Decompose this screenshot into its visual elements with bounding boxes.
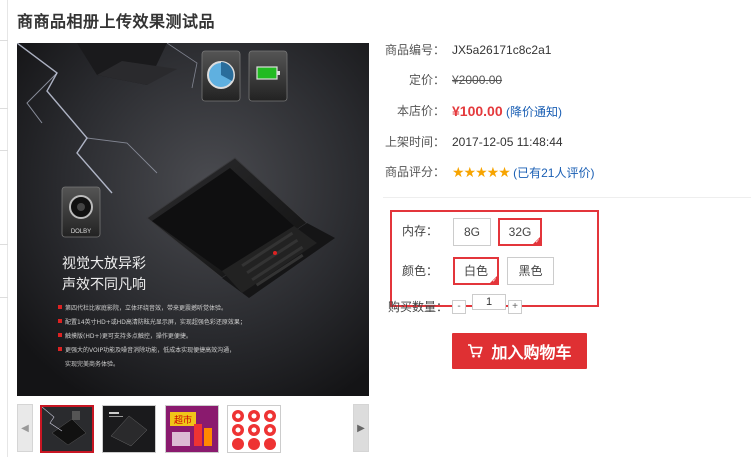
- color-option-white[interactable]: 白色: [453, 257, 499, 285]
- review-count-link[interactable]: (已有21人评价): [513, 166, 594, 180]
- quantity-minus-button[interactable]: -: [452, 300, 466, 314]
- promo-bullet: 配置14英寸HD+或HD高清防眩光显示屏，实现超强色彩还原效果；: [65, 318, 246, 326]
- promo-bullet: 实现完美商务体验。: [65, 360, 119, 368]
- options-highlight-box: 内存： 8G 32G 颜色： 白色 黑色: [390, 210, 599, 307]
- laptop-thumb-image: [103, 406, 155, 452]
- thumbnail-next-arrow[interactable]: ▶: [353, 404, 369, 452]
- add-to-cart-button[interactable]: 加入购物车: [452, 333, 587, 369]
- quantity-label: 购买数量：: [388, 300, 449, 314]
- thumbnail-1[interactable]: [40, 405, 94, 453]
- list-price-value: ¥2000.00: [452, 73, 503, 87]
- rail-divider: [0, 40, 8, 41]
- sku-label: 商品编号：: [384, 43, 445, 57]
- add-to-cart-label: 加入购物车: [491, 345, 572, 362]
- rail-divider: [0, 108, 8, 109]
- left-rail: [0, 0, 8, 457]
- product-title: 商商品相册上传效果测试品: [17, 14, 216, 31]
- promo-thumb-text: 超市: [174, 414, 192, 426]
- price-alert-link[interactable]: (降价通知): [506, 105, 562, 119]
- promo-bullet: 触摸版(HD+)更可支持多点触控，操作更便捷。: [65, 332, 192, 340]
- coupon-grid-thumb-image: [228, 406, 280, 452]
- divider: [383, 197, 751, 198]
- promo-bullet: 第四代杜比家庭影院，立体环绕音效，带来更震撼听觉体验。: [65, 304, 227, 312]
- promo-headline-1: 视觉大放异彩: [62, 256, 146, 272]
- memory-option-32g[interactable]: 32G: [498, 218, 542, 246]
- store-price-value: ¥100.00: [452, 103, 503, 119]
- rail-divider: [0, 297, 8, 298]
- rating-stars-icon: ★★★★★: [452, 164, 511, 180]
- main-product-image[interactable]: DOLBY 视觉大放异彩 声效不同凡响 第四代杜比家庭影院，立体环绕音效，带来更…: [17, 43, 369, 396]
- laptop-thumb-image: [42, 407, 92, 451]
- shopping-cart-icon: [468, 344, 484, 358]
- color-option-black[interactable]: 黑色: [507, 257, 554, 285]
- thumbnail-3[interactable]: 超市: [165, 405, 219, 453]
- quantity-input[interactable]: [472, 294, 506, 310]
- rail-divider: [0, 150, 8, 151]
- thumbnail-4[interactable]: [227, 405, 281, 453]
- list-price-label: 定价：: [408, 73, 445, 87]
- rail-divider: [0, 244, 8, 245]
- speaker-label: DOLBY: [71, 229, 91, 235]
- quantity-plus-button[interactable]: +: [508, 300, 522, 314]
- memory-option-8g[interactable]: 8G: [453, 218, 491, 246]
- list-time-value: 2017-12-05 11:48:44: [452, 135, 563, 149]
- list-time-label: 上架时间：: [384, 135, 445, 149]
- color-label: 颜色：: [401, 264, 438, 278]
- sku-value: JX5a26171c8c2a1: [452, 43, 552, 57]
- promo-bullet: 更强大的VOIP功能及噪音消除功能，低成本实现便捷高效沟通，: [65, 346, 235, 354]
- thumbnail-prev-arrow[interactable]: ◀: [17, 404, 33, 452]
- memory-label: 内存：: [401, 224, 438, 238]
- store-price-label: 本店价：: [396, 104, 445, 118]
- product-info-panel: 商品编号： JX5a26171c8c2a1 定价： ¥2000.00 本店价： …: [375, 0, 751, 457]
- promo-headline-2: 声效不同凡响: [62, 277, 146, 293]
- laptop-promo-graphic: DOLBY 视觉大放异彩 声效不同凡响 第四代杜比家庭影院，立体环绕音效，带来更…: [17, 43, 369, 396]
- thumbnail-strip: ◀ 超市 ▶: [17, 404, 369, 453]
- thumbnail-2[interactable]: [102, 405, 156, 453]
- promo-thumb-image: 超市: [166, 406, 218, 452]
- rating-label: 商品评分：: [384, 165, 445, 179]
